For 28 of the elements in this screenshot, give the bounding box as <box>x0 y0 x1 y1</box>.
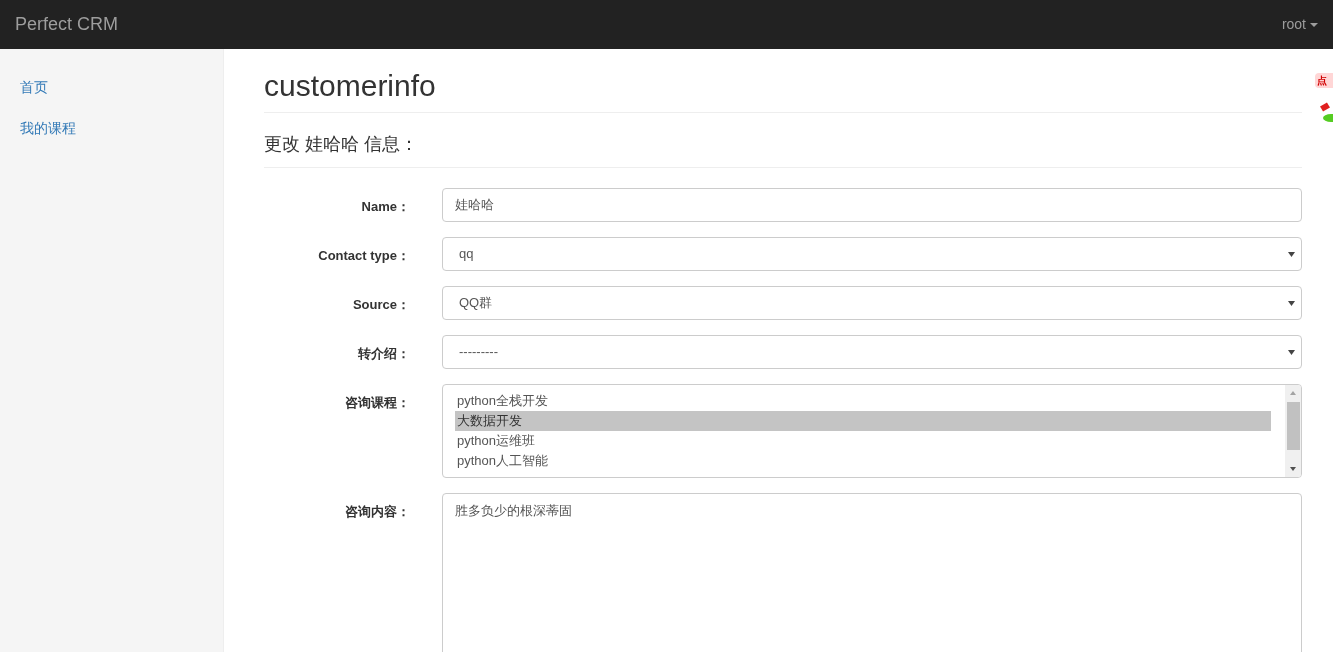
page-title: customerinfo <box>264 69 1302 113</box>
list-option[interactable]: 大数据开发 <box>455 411 1271 431</box>
dropdown-arrow-icon <box>1288 350 1295 355</box>
form-heading: 更改 娃哈哈 信息： <box>264 131 1302 168</box>
field-label: Source： <box>352 297 410 312</box>
floating-widget[interactable]: 点 <box>1313 73 1333 131</box>
sidebar-link[interactable]: 首页 <box>20 77 48 98</box>
select-field[interactable]: QQ群 <box>442 286 1302 320</box>
scrollbar[interactable] <box>1285 385 1301 477</box>
field-label: 咨询内容： <box>345 504 410 519</box>
sidebar-link[interactable]: 我的课程 <box>20 118 76 139</box>
user-menu[interactable]: root <box>1281 14 1318 35</box>
select-field[interactable]: --------- <box>442 335 1302 369</box>
dropdown-arrow-icon <box>1288 252 1295 257</box>
list-option[interactable]: python人工智能 <box>455 451 1271 471</box>
dropdown-arrow-icon <box>1288 301 1295 306</box>
text-field[interactable]: 娃哈哈 <box>442 188 1302 222</box>
field-label: Name： <box>361 199 410 214</box>
caret-icon <box>1310 22 1318 27</box>
text-area[interactable]: 胜多负少的根深蒂固 <box>442 493 1302 652</box>
select-field[interactable]: qq <box>442 237 1302 271</box>
field-label: 转介绍： <box>358 346 410 361</box>
multi-select-list[interactable]: python全栈开发 大数据开发 python运维班 python人工智能 <box>442 384 1302 478</box>
field-label: Contact type： <box>318 248 410 263</box>
list-option[interactable]: python全栈开发 <box>455 391 1271 411</box>
field-label: 咨询课程： <box>345 395 410 410</box>
list-option[interactable]: python运维班 <box>455 431 1271 451</box>
brand-title[interactable]: Perfect CRM <box>15 11 119 38</box>
